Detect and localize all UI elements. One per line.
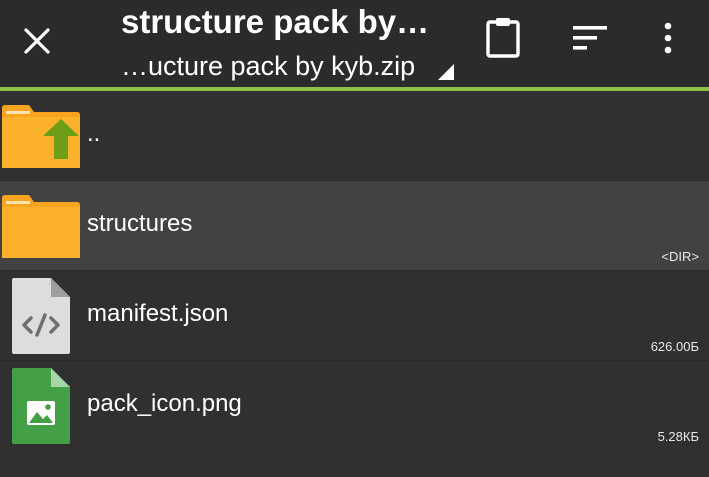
close-button[interactable]: [14, 18, 60, 64]
archive-title: structure pack by…: [121, 3, 430, 40]
dropdown-triangle-icon: [438, 64, 454, 80]
list-item-file[interactable]: pack_icon.png 5.28КБ: [0, 360, 709, 450]
file-name: ..: [87, 120, 101, 147]
file-name: structures: [87, 210, 193, 237]
more-vert-icon: [664, 22, 672, 54]
clipboard-button[interactable]: [479, 14, 527, 62]
more-options-button[interactable]: [644, 14, 692, 62]
path-dropdown[interactable]: …ucture pack by kyb.zip: [121, 46, 456, 86]
list-item-folder[interactable]: structures <DIR>: [0, 180, 709, 270]
archive-path: …ucture pack by kyb.zip: [121, 51, 416, 81]
toolbar: structure pack by… …ucture pack by kyb.z…: [0, 0, 709, 87]
file-meta: <DIR>: [661, 249, 699, 264]
file-name: manifest.json: [87, 300, 229, 327]
list-item-file[interactable]: manifest.json 626.00Б: [0, 270, 709, 360]
file-meta: 5.28КБ: [657, 429, 699, 444]
list-item-parent-folder[interactable]: ..: [0, 91, 709, 180]
code-file-icon: [12, 277, 70, 354]
folder-icon: [2, 194, 80, 258]
file-name: pack_icon.png: [87, 390, 242, 417]
image-file-icon: [12, 367, 70, 444]
file-meta: 626.00Б: [650, 339, 699, 354]
sort-icon: [573, 26, 607, 50]
file-list: .. structures <DIR> manifest.json 626.00…: [0, 91, 709, 450]
clipboard-icon: [486, 18, 520, 58]
close-icon: [24, 28, 50, 54]
folder-up-icon: [2, 104, 80, 168]
sort-button[interactable]: [566, 14, 614, 62]
